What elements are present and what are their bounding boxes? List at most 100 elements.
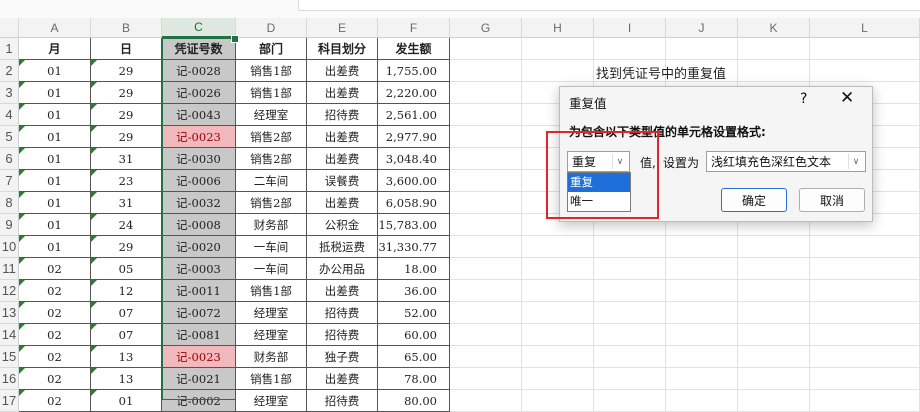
empty-cell[interactable] xyxy=(594,368,666,390)
help-icon[interactable]: ? xyxy=(800,91,807,107)
empty-cell[interactable] xyxy=(666,258,738,280)
table-cell[interactable]: 记-0026 xyxy=(162,82,236,104)
empty-cell[interactable] xyxy=(522,346,594,368)
empty-cell[interactable] xyxy=(738,236,810,258)
table-cell[interactable]: 02 xyxy=(19,302,91,324)
table-cell[interactable]: 01 xyxy=(19,82,91,104)
table-cell[interactable]: 经理室 xyxy=(236,390,307,412)
table-cell[interactable]: 出差费 xyxy=(307,148,378,170)
row-header-13[interactable]: 13 xyxy=(0,302,19,324)
select-all-corner[interactable] xyxy=(0,18,19,38)
chevron-down-icon[interactable]: ∨ xyxy=(612,154,627,169)
table-cell[interactable]: 3,048.40 xyxy=(378,148,450,170)
table-cell[interactable]: 18.00 xyxy=(378,258,450,280)
row-header-10[interactable]: 10 xyxy=(0,236,19,258)
empty-cell[interactable] xyxy=(666,390,738,412)
table-cell[interactable]: 独子费 xyxy=(307,346,378,368)
table-cell[interactable]: 3,600.00 xyxy=(378,170,450,192)
table-cell[interactable]: 一车间 xyxy=(236,236,307,258)
table-cell[interactable]: 误餐费 xyxy=(307,170,378,192)
table-cell[interactable]: 记-0006 xyxy=(162,170,236,192)
table-cell[interactable]: 记-0028 xyxy=(162,60,236,82)
table-cell[interactable]: 07 xyxy=(91,302,162,324)
empty-cell[interactable] xyxy=(594,38,666,60)
empty-cell[interactable] xyxy=(450,126,522,148)
empty-cell[interactable] xyxy=(810,280,920,302)
empty-cell[interactable] xyxy=(738,390,810,412)
table-cell[interactable]: 记-0008 xyxy=(162,214,236,236)
table-cell[interactable]: 13 xyxy=(91,368,162,390)
table-cell[interactable]: 销售2部 xyxy=(236,126,307,148)
empty-cell[interactable] xyxy=(522,38,594,60)
table-cell[interactable]: 记-0081 xyxy=(162,324,236,346)
row-header-5[interactable]: 5 xyxy=(0,126,19,148)
header-cell[interactable]: 科目划分 xyxy=(307,38,378,60)
row-header-9[interactable]: 9 xyxy=(0,214,19,236)
empty-cell[interactable] xyxy=(810,346,920,368)
row-header-4[interactable]: 4 xyxy=(0,104,19,126)
table-cell[interactable]: 公积金 xyxy=(307,214,378,236)
row-header-1[interactable]: 1 xyxy=(0,38,19,60)
table-cell[interactable]: 29 xyxy=(91,126,162,148)
table-cell[interactable]: 60.00 xyxy=(378,324,450,346)
table-cell[interactable]: 出差费 xyxy=(307,280,378,302)
table-cell[interactable]: 经理室 xyxy=(236,302,307,324)
table-cell[interactable]: 销售2部 xyxy=(236,192,307,214)
row-header-16[interactable]: 16 xyxy=(0,368,19,390)
empty-cell[interactable] xyxy=(522,236,594,258)
table-cell[interactable]: 80.00 xyxy=(378,390,450,412)
table-cell[interactable]: 抵税运费 xyxy=(307,236,378,258)
empty-cell[interactable] xyxy=(450,60,522,82)
table-cell[interactable]: 29 xyxy=(91,82,162,104)
table-cell[interactable]: 02 xyxy=(19,280,91,302)
row-header-3[interactable]: 3 xyxy=(0,82,19,104)
empty-cell[interactable] xyxy=(450,258,522,280)
ok-button[interactable]: 确定 xyxy=(721,188,787,212)
table-cell[interactable]: 52.00 xyxy=(378,302,450,324)
table-cell[interactable]: 出差费 xyxy=(307,368,378,390)
empty-cell[interactable] xyxy=(522,324,594,346)
header-cell[interactable]: 发生额 xyxy=(378,38,450,60)
column-header-h[interactable]: H xyxy=(522,18,594,38)
empty-cell[interactable] xyxy=(450,346,522,368)
close-icon[interactable]: ✕ xyxy=(840,88,854,108)
table-cell[interactable]: 出差费 xyxy=(307,192,378,214)
empty-cell[interactable] xyxy=(666,368,738,390)
table-cell[interactable]: 招待费 xyxy=(307,104,378,126)
table-cell[interactable]: 01 xyxy=(19,60,91,82)
table-cell[interactable]: 2,220.00 xyxy=(378,82,450,104)
table-cell[interactable]: 78.00 xyxy=(378,368,450,390)
table-cell[interactable]: 2,977.90 xyxy=(378,126,450,148)
table-cell[interactable]: 02 xyxy=(19,390,91,412)
table-cell[interactable]: 财务部 xyxy=(236,346,307,368)
table-cell[interactable]: 29 xyxy=(91,60,162,82)
empty-cell[interactable] xyxy=(666,280,738,302)
table-cell[interactable]: 01 xyxy=(19,192,91,214)
table-cell[interactable]: 36.00 xyxy=(378,280,450,302)
header-cell[interactable]: 部门 xyxy=(236,38,307,60)
table-cell[interactable]: 29 xyxy=(91,104,162,126)
table-cell[interactable]: 15,783.00 xyxy=(378,214,450,236)
empty-cell[interactable] xyxy=(738,38,810,60)
column-header-f[interactable]: F xyxy=(378,18,450,38)
table-cell[interactable]: 02 xyxy=(19,346,91,368)
table-cell[interactable]: 01 xyxy=(91,390,162,412)
format-select[interactable]: 浅红填充色深红色文本 ∨ xyxy=(706,151,866,172)
table-cell[interactable]: 记-0020 xyxy=(162,236,236,258)
table-cell[interactable]: 销售2部 xyxy=(236,148,307,170)
value-type-select[interactable]: 重复 ∨ xyxy=(567,151,630,172)
column-header-d[interactable]: D xyxy=(236,18,307,38)
empty-cell[interactable] xyxy=(738,346,810,368)
table-cell[interactable]: 销售1部 xyxy=(236,82,307,104)
empty-cell[interactable] xyxy=(522,258,594,280)
empty-cell[interactable] xyxy=(522,390,594,412)
empty-cell[interactable] xyxy=(450,368,522,390)
header-cell[interactable]: 凭证号数 xyxy=(162,38,236,60)
empty-cell[interactable] xyxy=(594,390,666,412)
table-cell[interactable]: 财务部 xyxy=(236,214,307,236)
empty-cell[interactable] xyxy=(450,302,522,324)
column-header-c[interactable]: C xyxy=(162,18,236,38)
empty-cell[interactable] xyxy=(594,324,666,346)
table-cell[interactable]: 招待费 xyxy=(307,390,378,412)
column-header-b[interactable]: B xyxy=(91,18,162,38)
